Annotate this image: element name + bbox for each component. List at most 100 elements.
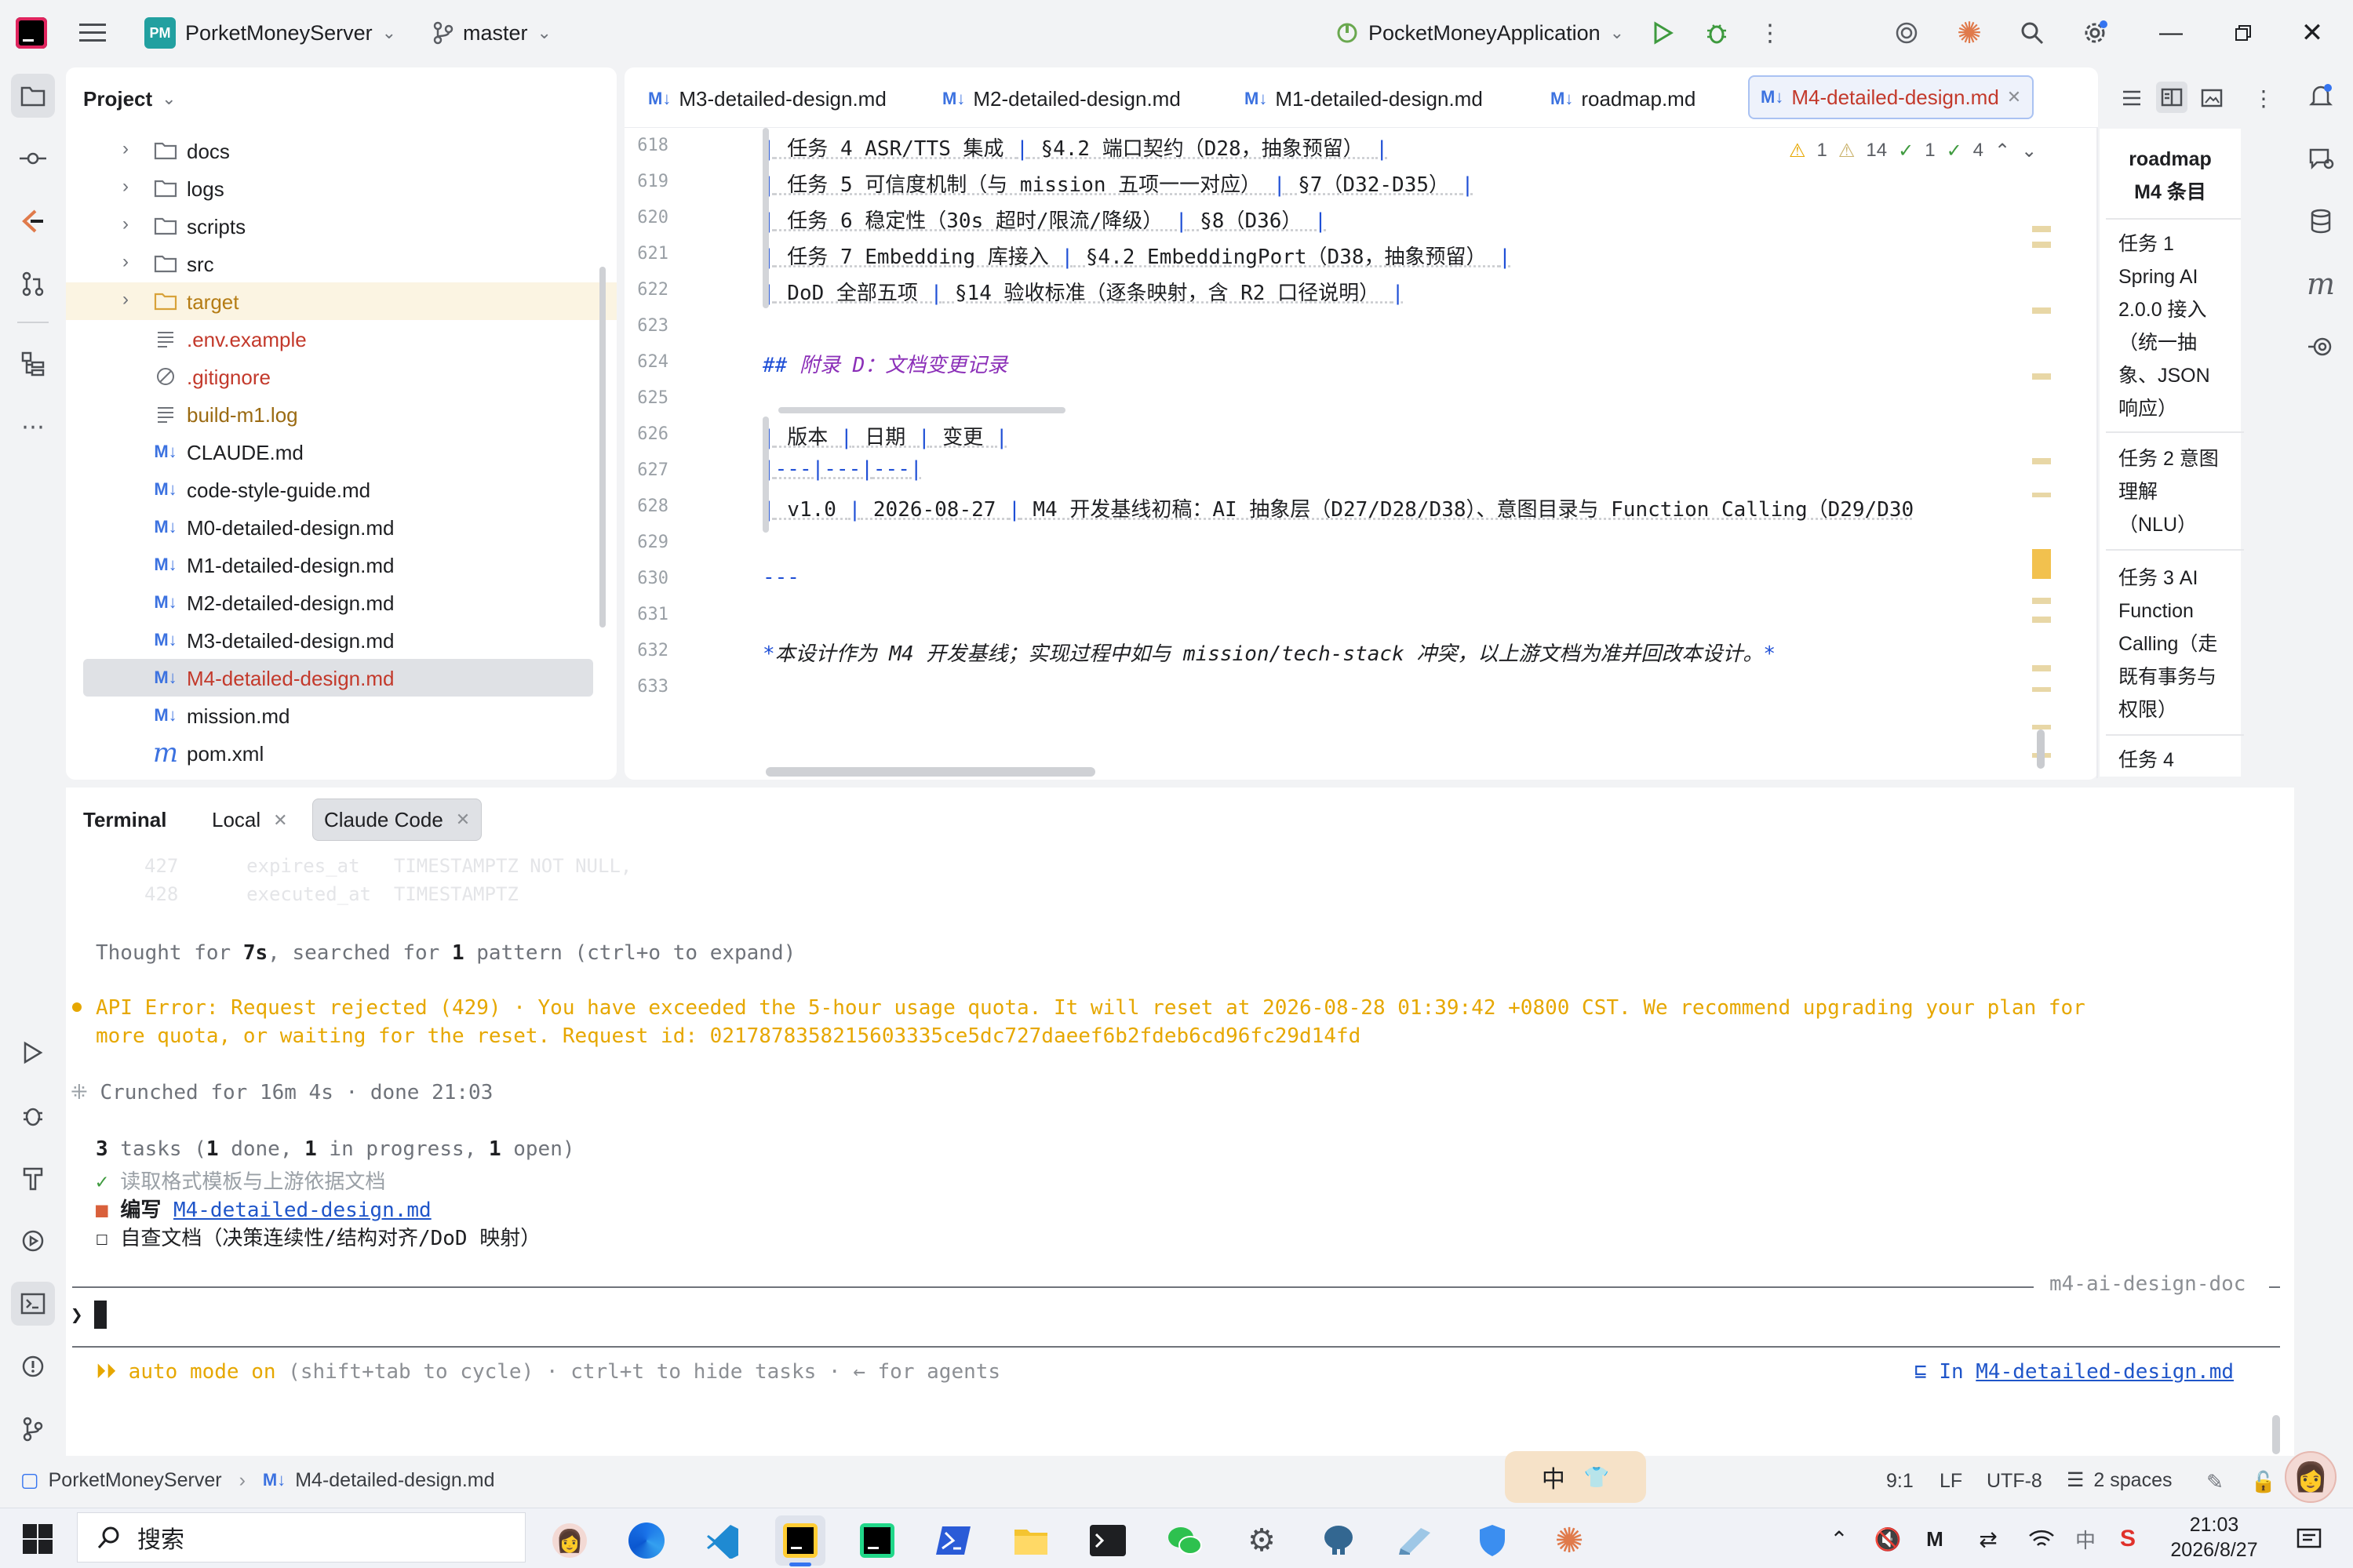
clock-time[interactable]: 21:03 bbox=[2167, 1514, 2261, 1537]
powershell-icon[interactable] bbox=[929, 1515, 979, 1566]
error-stripe[interactable] bbox=[2032, 133, 2051, 777]
intellij-icon[interactable] bbox=[775, 1515, 825, 1566]
tree-item[interactable]: M↓ M1-detailed-design.md bbox=[66, 546, 617, 584]
ime-tray-icon[interactable]: 中 bbox=[2070, 1523, 2101, 1555]
branch-switcher[interactable]: master ⌄ bbox=[433, 16, 552, 50]
avatar-app-icon[interactable]: 👩 bbox=[545, 1515, 595, 1566]
split-editor-icon[interactable] bbox=[2156, 82, 2187, 113]
volume-muted-icon[interactable]: 🔇 bbox=[1872, 1523, 1903, 1555]
run-icon[interactable] bbox=[1648, 17, 1679, 49]
tree-item[interactable]: M↓ mission.md bbox=[66, 697, 617, 734]
wechat-icon[interactable] bbox=[1160, 1515, 1210, 1566]
close-icon[interactable]: ✕ bbox=[456, 809, 470, 830]
structure-icon[interactable] bbox=[11, 342, 55, 386]
table-grip[interactable] bbox=[763, 417, 769, 533]
tree-item[interactable]: M↓ M4-detailed-design.md bbox=[83, 659, 593, 697]
maven-icon[interactable]: m bbox=[2299, 262, 2343, 306]
chevron-right-icon[interactable]: › bbox=[122, 289, 138, 310]
terminal-tab-claude-code[interactable]: Claude Code ✕ bbox=[312, 799, 483, 841]
notification-center-icon[interactable] bbox=[2289, 1523, 2329, 1555]
run-config-selector[interactable]: PocketMoneyApplication ⌄ bbox=[1335, 16, 1624, 50]
preview-list-icon[interactable] bbox=[2118, 85, 2145, 111]
restore-icon[interactable] bbox=[2224, 17, 2263, 49]
tray-app-icon[interactable]: M bbox=[1919, 1523, 1951, 1555]
commit-icon[interactable] bbox=[11, 136, 55, 180]
line-separator[interactable]: LF bbox=[1940, 1470, 1962, 1493]
prompt-input[interactable] bbox=[94, 1301, 107, 1329]
build-icon[interactable] bbox=[11, 1156, 55, 1200]
editor-hscrollbar[interactable] bbox=[766, 767, 1095, 777]
mode-line[interactable]: ⏵⏵ auto mode on (shift+tab to cycle) · c… bbox=[96, 1360, 1000, 1384]
wifi-icon[interactable] bbox=[2026, 1523, 2057, 1555]
claude-app-icon[interactable]: ✺ bbox=[1544, 1515, 1594, 1566]
clock-date[interactable]: 2026/8/27 bbox=[2161, 1539, 2267, 1562]
table-column-grip[interactable] bbox=[778, 407, 1065, 413]
close-icon[interactable]: ✕ bbox=[273, 810, 287, 831]
problems-icon[interactable] bbox=[11, 1344, 55, 1388]
lock-icon[interactable]: 🔓 bbox=[2251, 1468, 2276, 1495]
tree-item[interactable]: M↓ M0-detailed-design.md bbox=[66, 508, 617, 546]
ai-chat-icon[interactable] bbox=[2299, 136, 2343, 180]
settings-icon[interactable] bbox=[2079, 17, 2111, 49]
debug-icon[interactable] bbox=[1701, 17, 1732, 49]
file-encoding[interactable]: UTF-8 bbox=[1987, 1470, 2042, 1493]
tree-item[interactable]: m pom.xml bbox=[66, 734, 617, 772]
browser-icon[interactable] bbox=[621, 1515, 672, 1566]
tree-scrollbar[interactable] bbox=[599, 267, 606, 628]
chevron-right-icon[interactable]: › bbox=[122, 176, 138, 197]
more-icon[interactable]: ⋯ bbox=[11, 405, 55, 449]
terminal-scrollbar[interactable] bbox=[2272, 1415, 2280, 1454]
endpoints-icon[interactable] bbox=[2299, 325, 2343, 369]
editor-tab[interactable]: M↓ M2-detailed-design.md bbox=[942, 75, 1181, 122]
search-icon[interactable] bbox=[2016, 17, 2048, 49]
tree-item[interactable]: build-m1.log bbox=[66, 395, 617, 433]
code-with-me-icon[interactable] bbox=[1891, 17, 1922, 49]
claude-icon[interactable] bbox=[11, 199, 55, 243]
windows-start-icon[interactable] bbox=[19, 1522, 56, 1556]
database-icon[interactable] bbox=[2299, 199, 2343, 243]
breadcrumb-file[interactable]: M4-detailed-design.md bbox=[295, 1469, 494, 1492]
project-tool-icon[interactable] bbox=[11, 74, 55, 118]
run-tool-icon[interactable] bbox=[11, 1031, 55, 1075]
editor-tab[interactable]: M↓ M1-detailed-design.md bbox=[1244, 75, 1483, 122]
more-actions-icon[interactable]: ⋮ bbox=[1757, 17, 1783, 49]
close-icon[interactable]: ✕ bbox=[2007, 87, 2021, 107]
vscode-icon[interactable] bbox=[698, 1515, 749, 1566]
tree-item[interactable]: › target bbox=[66, 282, 617, 320]
terminal-tab-terminal[interactable]: Terminal bbox=[83, 808, 166, 832]
chevron-right-icon[interactable]: › bbox=[122, 251, 138, 272]
chevron-right-icon[interactable]: › bbox=[122, 138, 138, 159]
project-panel-header[interactable]: Project ⌄ bbox=[83, 83, 177, 115]
tray-toggle-icon[interactable]: ⇄ bbox=[1972, 1523, 2004, 1555]
terminal-tab-local[interactable]: Local ✕ bbox=[212, 808, 288, 832]
tree-item[interactable]: › logs bbox=[66, 169, 617, 207]
editor-tab[interactable]: M↓ M4-detailed-design.md ✕ bbox=[1748, 75, 2034, 119]
tree-item[interactable]: › docs bbox=[66, 132, 617, 169]
terminal-output[interactable]: 427 expires_at TIMESTAMPTZ NOT NULL, 428… bbox=[66, 855, 2294, 1451]
inspection-widget[interactable]: ⚠ 1 ⚠ 14 ✓ 1 ✓ 4 ⌃ ⌄ bbox=[1789, 138, 2037, 163]
table-grip[interactable] bbox=[763, 128, 769, 308]
pull-requests-icon[interactable] bbox=[11, 262, 55, 306]
breadcrumb-project[interactable]: PorketMoneyServer bbox=[49, 1469, 222, 1492]
postgres-icon[interactable] bbox=[1313, 1515, 1364, 1566]
intellij-logo-icon[interactable] bbox=[16, 17, 47, 49]
project-switcher[interactable]: PM PorketMoneyServer ⌄ bbox=[144, 16, 396, 50]
tree-item[interactable]: M↓ CLAUDE.md bbox=[66, 433, 617, 471]
terminal-app-icon[interactable] bbox=[1083, 1515, 1133, 1566]
edit-mode-icon[interactable]: ✎ bbox=[2202, 1468, 2228, 1495]
tree-item[interactable]: › scripts bbox=[66, 207, 617, 245]
chevron-right-icon[interactable]: › bbox=[122, 213, 138, 235]
tray-chevron-up-icon[interactable]: ⌃ bbox=[1823, 1523, 1855, 1555]
indent-setting[interactable]: ☰ 2 spaces bbox=[2067, 1468, 2172, 1492]
preview-only-icon[interactable] bbox=[2198, 85, 2225, 111]
terminal-icon[interactable] bbox=[11, 1282, 55, 1326]
main-menu-icon[interactable] bbox=[75, 17, 110, 49]
debug-tool-icon[interactable] bbox=[11, 1093, 55, 1137]
git-icon[interactable] bbox=[11, 1407, 55, 1451]
editor-tab[interactable]: M↓ roadmap.md bbox=[1550, 75, 1696, 122]
editor-tab[interactable]: M↓ M3-detailed-design.md bbox=[648, 75, 887, 122]
avatar[interactable]: 👩 bbox=[2285, 1451, 2337, 1503]
tree-item[interactable]: M↓ M2-detailed-design.md bbox=[66, 584, 617, 621]
code-area[interactable]: 618 | 任务 4 ASR/TTS 集成 | §4.2 端口契约（D28，抽象预… bbox=[625, 128, 2060, 771]
cursor-position[interactable]: 9:1 bbox=[1886, 1470, 1914, 1493]
